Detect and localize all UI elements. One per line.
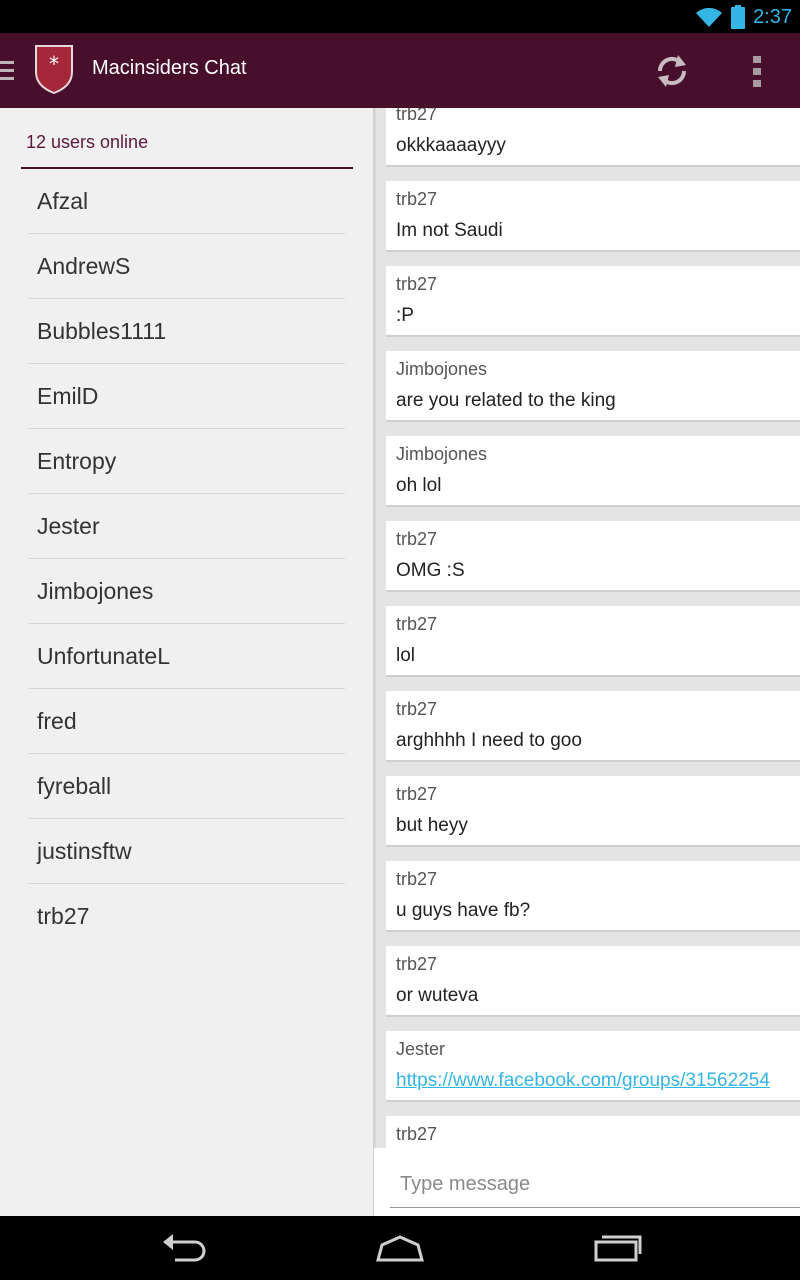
message-username: trb27	[396, 1124, 438, 1144]
message-text: oh lol	[396, 475, 442, 496]
message-text: or wuteva	[396, 985, 479, 1006]
user-list-item[interactable]: Afzal	[29, 169, 345, 234]
message-text: are you related to the king	[396, 390, 616, 411]
user-list-item[interactable]: Entropy	[29, 429, 345, 494]
message-text: :P	[396, 305, 414, 326]
chat-message: trb27 okkkaaaayyy	[386, 108, 800, 167]
chat-message: trb27 :P	[386, 266, 800, 337]
recent-apps-icon[interactable]	[588, 1228, 648, 1268]
message-username: trb27	[396, 869, 438, 889]
wifi-icon	[696, 7, 723, 28]
chat-message: trb27 Im not Saudi	[386, 181, 800, 252]
user-list-item[interactable]: justinsftw	[29, 819, 345, 884]
status-bar: 2:37	[0, 0, 800, 33]
message-input[interactable]	[390, 1162, 800, 1208]
message-username: Jimbojones	[396, 359, 488, 379]
chat-message: trb27 but heyy	[386, 776, 800, 847]
message-input-area	[374, 1148, 800, 1216]
navigation-bar	[0, 1216, 800, 1280]
users-online-count: 12 users online	[26, 132, 149, 152]
chat-message: trb27 u guys have fb?	[386, 861, 800, 932]
users-panel: 12 users online Afzal AndrewS Bubbles111…	[0, 108, 373, 1216]
message-text: OMG :S	[396, 560, 465, 581]
chat-message: Jimbojones are you related to the king	[386, 351, 800, 422]
message-username: trb27	[396, 189, 438, 209]
user-list-item[interactable]: Jimbojones	[29, 559, 345, 624]
back-icon[interactable]	[155, 1228, 215, 1268]
status-time: 2:37	[753, 5, 792, 28]
message-text: Im not Saudi	[396, 220, 503, 241]
message-username: trb27	[396, 699, 438, 719]
message-text: arghhhh I need to goo	[396, 730, 582, 751]
message-username: trb27	[396, 274, 438, 294]
app-title: Macinsiders Chat	[92, 57, 247, 79]
user-list-item[interactable]: fred	[29, 689, 345, 754]
action-bar: * Macinsiders Chat	[0, 33, 800, 108]
message-text: but heyy	[396, 815, 468, 836]
message-text: okkkaaaayyy	[396, 135, 506, 156]
message-username: trb27	[396, 784, 438, 804]
status-icons: 2:37	[695, 4, 792, 30]
chat-message: trb27 OMG :S	[386, 521, 800, 592]
user-list-item[interactable]: fyreball	[29, 754, 345, 819]
user-list-item[interactable]: AndrewS	[29, 234, 345, 299]
message-username: Jimbojones	[396, 444, 488, 464]
user-list-item[interactable]: UnfortunateL	[29, 624, 345, 689]
message-link[interactable]: https://www.facebook.com/groups/31562254	[396, 1070, 790, 1092]
chat-message: trb27 lol	[386, 606, 800, 677]
home-icon[interactable]	[370, 1228, 430, 1268]
message-username: Jester	[396, 1039, 446, 1059]
message-username: trb27	[396, 614, 438, 634]
message-text: lol	[396, 645, 416, 666]
message-username: trb27	[396, 108, 438, 124]
message-username: trb27	[396, 529, 438, 549]
app-logo-shield-icon[interactable]: *	[34, 44, 74, 94]
overflow-menu-icon[interactable]	[740, 47, 776, 95]
user-list-item[interactable]: Bubbles1111	[29, 299, 345, 364]
message-list[interactable]: trb27 okkkaaaayyy trb27 Im not Saudi trb…	[386, 108, 800, 1201]
user-list-item[interactable]: EmilD	[29, 364, 345, 429]
refresh-icon[interactable]	[648, 47, 696, 95]
battery-icon	[731, 5, 746, 29]
chat-panel[interactable]: trb27 okkkaaaayyy trb27 Im not Saudi trb…	[377, 108, 800, 1216]
user-list-item[interactable]: Jester	[29, 494, 345, 559]
svg-text:*: *	[49, 52, 59, 76]
drawer-menu-icon[interactable]	[0, 61, 14, 81]
users-list: Afzal AndrewS Bubbles1111 EmilD Entropy …	[29, 169, 345, 949]
chat-message: trb27 or wuteva	[386, 946, 800, 1017]
chat-message: trb27 arghhhh I need to goo	[386, 691, 800, 762]
chat-message: Jimbojones oh lol	[386, 436, 800, 507]
chat-message: Jester https://www.facebook.com/groups/3…	[386, 1031, 800, 1102]
message-username: trb27	[396, 954, 438, 974]
message-text: u guys have fb?	[396, 900, 531, 921]
user-list-item[interactable]: trb27	[29, 884, 345, 949]
